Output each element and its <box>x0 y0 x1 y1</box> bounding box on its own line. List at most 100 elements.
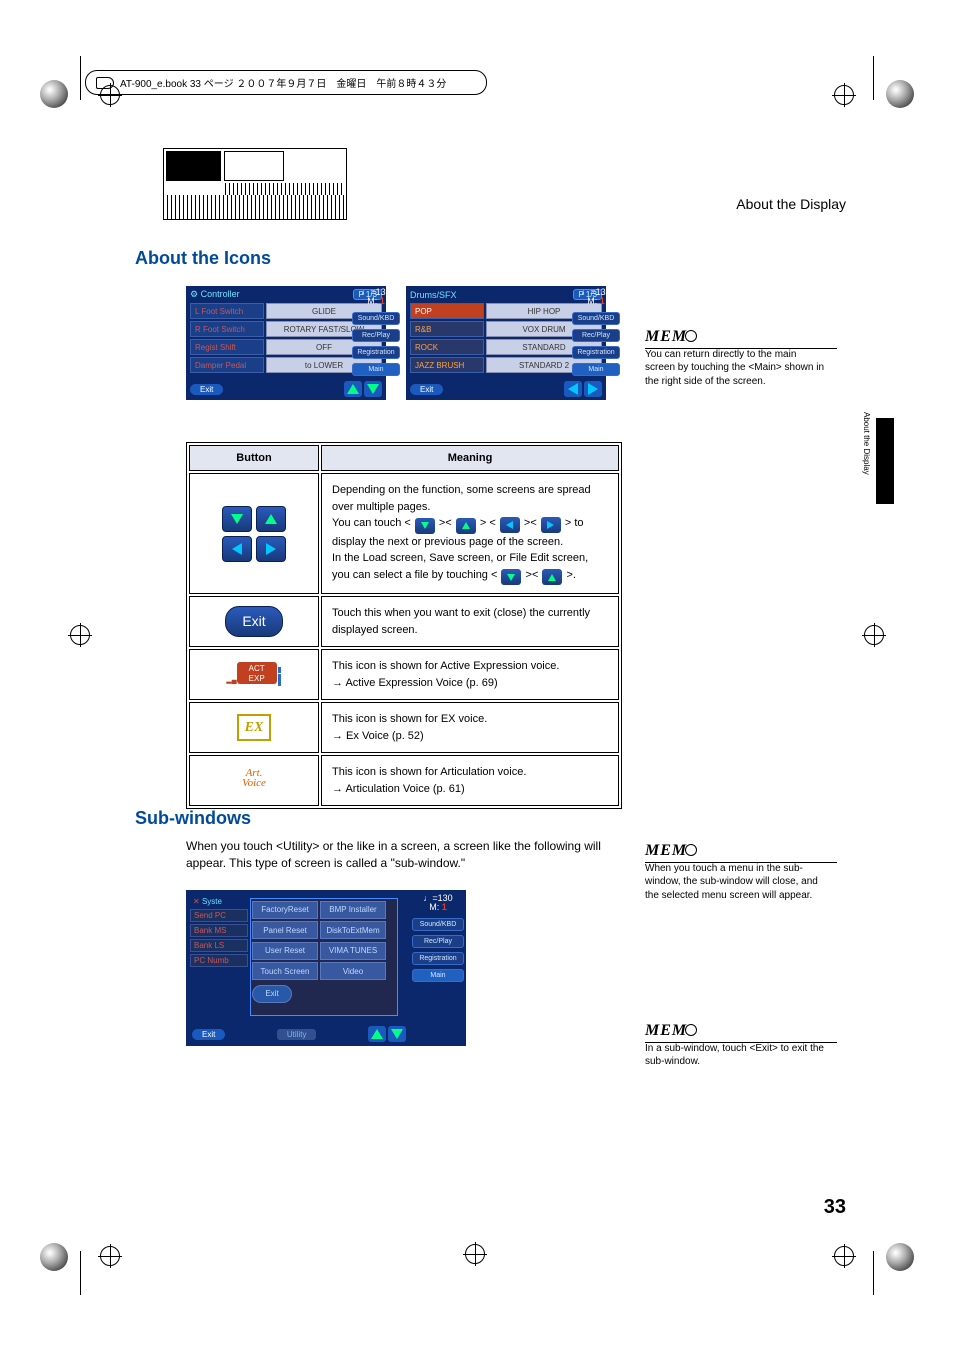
corner-sphere <box>40 80 68 108</box>
book-header-text: AT-900_e.book 33 ページ ２００７年９月７日 金曜日 午前８時４… <box>120 75 446 90</box>
measure-value: 1 <box>600 296 605 306</box>
rec-chip: Rec/Play <box>572 329 620 342</box>
up-arrow-icon <box>542 569 562 585</box>
measure-label: M: <box>367 296 377 306</box>
exit-button: Exit <box>192 1029 225 1040</box>
exit-button-icon: Exit <box>225 606 282 637</box>
crop-line <box>80 1251 81 1295</box>
text: >< <box>436 517 455 529</box>
sound-chip: Sound/KBD <box>412 918 464 931</box>
heading-sub-windows: Sub-windows <box>135 808 251 829</box>
articulation-voice-icon: Art.Voice <box>242 769 266 789</box>
ex-voice-icon: EX <box>237 714 272 741</box>
up-arrow-icon <box>344 381 362 397</box>
text: → Active Expression Voice (p. 69) <box>332 677 498 689</box>
crop-line <box>873 56 874 100</box>
table-icon-cell: ▂▄ACTEXP <box>189 649 319 700</box>
menu-button: Touch Screen <box>252 962 318 980</box>
menu-button: BMP Installer <box>320 901 386 919</box>
measure-value: 1 <box>380 296 385 306</box>
heading-rule <box>135 828 625 829</box>
down-arrow-icon <box>415 518 435 534</box>
row-label: R Foot Switch <box>190 321 264 337</box>
subwindow-intro-text: When you touch <Utility> or the like in … <box>186 838 622 872</box>
table-icon-cell <box>189 473 319 594</box>
table-meaning-cell: This icon is shown for Active Expression… <box>321 649 619 700</box>
registration-mark <box>70 625 90 645</box>
crop-line <box>873 1251 874 1295</box>
reg-chip: Registration <box>412 952 464 965</box>
main-chip: Main <box>572 363 620 376</box>
lcd2-title: Drums/SFX <box>410 290 457 300</box>
reg-chip: Registration <box>352 346 400 359</box>
lcd-side-chips: ♩=130M: 1 Sound/KBD Rec/Play Registratio… <box>572 286 620 380</box>
corner-sphere <box>886 1243 914 1271</box>
lcd1-title: Controller <box>201 289 240 299</box>
measure-label: M: <box>429 902 439 912</box>
left-arrow-icon <box>564 381 582 397</box>
memo-box: MEM You can return directly to the main … <box>645 326 825 388</box>
heading-rule <box>135 268 625 269</box>
instrument-illustration <box>163 148 347 220</box>
rec-chip: Rec/Play <box>412 935 464 948</box>
up-arrow-button-icon <box>256 506 286 532</box>
table-meaning-cell: Touch this when you want to exit (close)… <box>321 596 619 647</box>
rec-chip: Rec/Play <box>352 329 400 342</box>
utility-button: Utility <box>277 1029 317 1040</box>
lcd-side-chips: ♩=130M: 1 Sound/KBD Rec/Play Registratio… <box>352 286 400 380</box>
row-label: Regist Shift <box>190 339 264 355</box>
text: >. <box>563 569 576 581</box>
crop-line <box>80 56 81 100</box>
overlay-exit-button: Exit <box>252 985 292 1003</box>
table-icon-cell: Exit <box>189 596 319 647</box>
menu-button: FactoryReset <box>252 901 318 919</box>
menu-button: DiskToExtMem <box>320 921 386 939</box>
subwindow-screenshot: ✕ Syste Send PC Bank MS Bank LS PC Numb … <box>186 890 466 1046</box>
text: >< <box>522 569 541 581</box>
sound-chip: Sound/KBD <box>572 312 620 325</box>
down-arrow-icon <box>388 1026 406 1042</box>
right-arrow-icon <box>541 517 561 533</box>
table-header-meaning: Meaning <box>321 445 619 471</box>
memo-heading: MEM <box>645 840 825 862</box>
sidebar-item: Bank MS <box>190 924 248 937</box>
thumb-tab: About the Display <box>876 418 894 504</box>
memo-box: MEM When you touch a menu in the sub-win… <box>645 840 825 902</box>
text: > < <box>477 517 499 529</box>
sound-chip: Sound/KBD <box>352 312 400 325</box>
registration-mark <box>100 1246 120 1266</box>
icon-meaning-table: Button Meaning Depending on the function… <box>186 442 622 809</box>
left-arrow-button-icon <box>222 536 252 562</box>
bars-icon: ▂▄ <box>226 677 236 684</box>
memo-box: MEM In a sub-window, touch <Exit> to exi… <box>645 1020 825 1069</box>
table-meaning-cell: This icon is shown for EX voice.→ Ex Voi… <box>321 702 619 753</box>
menu-button: Video <box>320 962 386 980</box>
heading-about-icons: About the Icons <box>135 248 271 269</box>
main-chip: Main <box>412 969 464 982</box>
main-chip: Main <box>352 363 400 376</box>
reg-chip: Registration <box>572 346 620 359</box>
measure-value: 1 <box>442 902 447 912</box>
settings-icon: ⚙ <box>190 289 198 299</box>
down-arrow-button-icon <box>222 506 252 532</box>
row-label: Damper Pedal <box>190 357 264 373</box>
sidebar-item: Bank LS <box>190 939 248 952</box>
book-header-strip: AT-900_e.book 33 ページ ２００７年９月７日 金曜日 午前８時４… <box>85 70 487 95</box>
registration-mark <box>834 85 854 105</box>
measure-label: M: <box>587 296 597 306</box>
running-header: About the Display <box>736 196 846 212</box>
memo-text: You can return directly to the main scre… <box>645 348 825 389</box>
left-arrow-icon <box>500 517 520 533</box>
memo-heading: MEM <box>645 326 825 348</box>
menu-button: Panel Reset <box>252 921 318 939</box>
text: You can touch < <box>332 517 414 529</box>
text: This icon is shown for Active Expression… <box>332 660 559 672</box>
corner-sphere <box>40 1243 68 1271</box>
memo-heading: MEM <box>645 1020 825 1042</box>
book-icon <box>96 77 114 89</box>
text: → Articulation Voice (p. 61) <box>332 783 465 795</box>
menu-button: VIMA TUNES <box>320 942 386 960</box>
utility-overlay: FactoryResetBMP Installer Panel ResetDis… <box>250 898 398 1016</box>
memo-text: In a sub-window, touch <Exit> to exit th… <box>645 1042 825 1069</box>
thumb-tab-label: About the Display <box>862 412 871 475</box>
